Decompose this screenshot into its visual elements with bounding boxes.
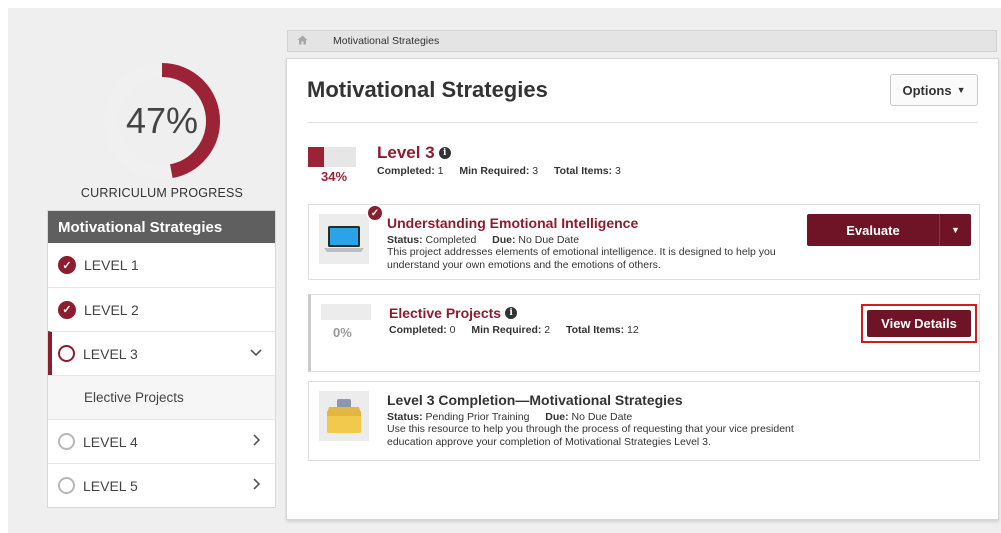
level-title-text: Level 3 xyxy=(377,143,435,162)
caret-down-icon: ▼ xyxy=(956,85,966,95)
card-title-text[interactable]: Elective Projects xyxy=(389,305,501,321)
evaluate-dropdown-toggle[interactable]: ▼ xyxy=(939,214,971,246)
status-label: Status: xyxy=(387,234,423,246)
card-meta: Status: Completed Due: No Due Date xyxy=(387,234,579,246)
sidebar-item-label: LEVEL 3 xyxy=(83,345,138,362)
completed-check-icon: ✓ xyxy=(366,204,384,222)
min-required-label: Min Required: xyxy=(459,165,530,177)
completed-value: 1 xyxy=(437,165,444,177)
view-details-button[interactable]: View Details xyxy=(867,310,971,337)
evaluate-split-button: Evaluate ▼ xyxy=(807,214,971,246)
completed-label: Completed: xyxy=(377,165,435,177)
progress-ring: 47% xyxy=(103,62,221,180)
laptop-thumbnail xyxy=(319,214,369,264)
due-label: Due: xyxy=(545,411,569,423)
min-required-label: Min Required: xyxy=(471,324,542,336)
curriculum-progress: 47% CURRICULUM PROGRESS xyxy=(48,62,276,200)
progress-caption: CURRICULUM PROGRESS xyxy=(80,186,244,200)
sidebar-item-level-5[interactable]: LEVEL 5 xyxy=(48,463,275,507)
chevron-right-icon xyxy=(249,433,263,450)
min-required-value: 2 xyxy=(544,324,551,336)
completed-value: 0 xyxy=(449,324,456,336)
level-title: Level 3 i xyxy=(377,143,451,163)
elective-progress-bar xyxy=(321,304,371,320)
due-label: Due: xyxy=(492,234,516,246)
card-meta: Status: Pending Prior Training Due: No D… xyxy=(387,411,632,423)
sidebar-item-level-3[interactable]: LEVEL 3 xyxy=(48,331,275,375)
options-button[interactable]: Options ▼ xyxy=(890,74,978,106)
due-value: No Due Date xyxy=(571,411,633,423)
total-items-label: Total Items: xyxy=(553,165,613,177)
evaluate-button[interactable]: Evaluate xyxy=(807,214,939,246)
circle-outline-icon xyxy=(58,477,75,494)
project-card-level-completion: Level 3 Completion—Motivational Strategi… xyxy=(308,381,980,461)
level-progress-bar xyxy=(308,147,356,167)
card-title[interactable]: Level 3 Completion—Motivational Strategi… xyxy=(387,392,683,408)
info-icon[interactable]: i xyxy=(438,147,451,159)
page-title: Motivational Strategies xyxy=(307,77,548,102)
folder-thumbnail xyxy=(319,391,369,441)
main-panel: Motivational Strategies Options ▼ 34% Le… xyxy=(286,58,999,520)
circle-outline-icon xyxy=(58,433,75,450)
sidebar-item-level-2[interactable]: ✓ LEVEL 2 xyxy=(48,287,275,331)
circle-outline-icon xyxy=(58,345,75,362)
chevron-right-icon xyxy=(249,477,263,494)
breadcrumb: Motivational Strategies xyxy=(287,30,997,52)
project-card-elective-projects: 0% Elective Projects i Completed: 0 Min … xyxy=(308,294,980,372)
options-label: Options xyxy=(902,82,952,98)
level-sidebar: Motivational Strategies ✓ LEVEL 1 ✓ LEVE… xyxy=(47,210,276,508)
check-icon: ✓ xyxy=(58,300,76,319)
level-progress-percent: 34% xyxy=(321,169,348,184)
project-card-emotional-intelligence: ✓ Understanding Emotional Intelligence S… xyxy=(308,204,980,280)
card-title: Elective Projects i xyxy=(389,305,518,321)
due-value: No Due Date xyxy=(518,234,580,246)
status-value: Pending Prior Training xyxy=(425,411,530,423)
sidebar-item-label: LEVEL 1 xyxy=(84,257,139,273)
sidebar-item-label: LEVEL 5 xyxy=(83,477,138,494)
laptop-icon xyxy=(324,226,364,252)
folder-icon xyxy=(327,399,361,433)
status-value: Completed xyxy=(425,234,477,246)
card-description: This project addresses elements of emoti… xyxy=(387,246,776,271)
min-required-value: 3 xyxy=(532,165,539,177)
elective-progress-percent: 0% xyxy=(333,325,352,340)
home-icon[interactable] xyxy=(297,35,313,48)
sidebar-item-label: LEVEL 4 xyxy=(83,433,138,450)
completed-label: Completed: xyxy=(389,324,447,336)
sidebar-item-level-4[interactable]: LEVEL 4 xyxy=(48,419,275,463)
sidebar-item-level-1[interactable]: ✓ LEVEL 1 xyxy=(48,243,275,287)
card-title[interactable]: Understanding Emotional Intelligence xyxy=(387,215,638,231)
caret-down-icon: ▼ xyxy=(951,225,960,235)
title-divider xyxy=(307,122,978,123)
status-label: Status: xyxy=(387,411,423,423)
breadcrumb-current[interactable]: Motivational Strategies xyxy=(333,35,439,47)
total-items-label: Total Items: xyxy=(565,324,625,336)
sidebar-item-label: LEVEL 2 xyxy=(84,301,139,318)
total-items-value: 12 xyxy=(627,324,639,336)
total-items-value: 3 xyxy=(615,165,621,177)
check-icon: ✓ xyxy=(58,256,76,274)
sidebar-item-elective-projects[interactable]: Elective Projects xyxy=(48,375,275,419)
card-description: Use this resource to help you through th… xyxy=(387,423,794,448)
progress-percent: 47% xyxy=(125,100,199,141)
level-progress-fill xyxy=(308,147,325,167)
view-details-highlight: View Details xyxy=(861,304,977,343)
level-meta: Completed: 1 Min Required: 3 Total Items… xyxy=(377,165,621,177)
info-icon[interactable]: i xyxy=(505,307,518,319)
card-meta: Completed: 0 Min Required: 2 Total Items… xyxy=(389,324,639,336)
sidebar-title: Motivational Strategies xyxy=(48,211,275,243)
chevron-down-icon xyxy=(249,345,263,362)
